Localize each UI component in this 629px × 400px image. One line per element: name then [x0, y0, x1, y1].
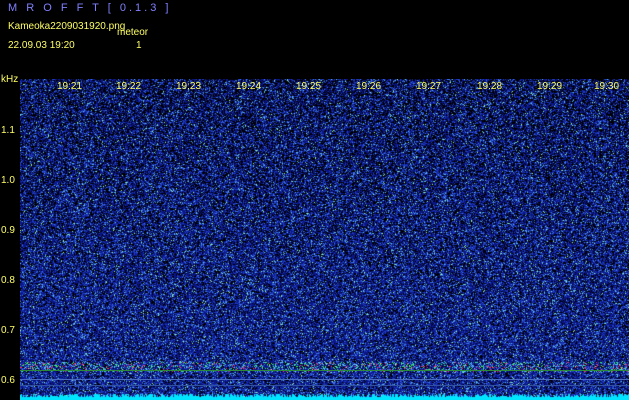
frequency-unit-label: kHz	[1, 74, 19, 85]
x-tick-label: 19:23	[176, 81, 202, 92]
file-name: Kameoka2209031920.png	[8, 21, 126, 32]
viewer-window: { "app": { "title": "M R O F F T [ 0.1.3…	[0, 0, 629, 400]
x-tick-label: 19:28	[477, 81, 503, 92]
y-tick-label: 0.7	[1, 325, 15, 336]
datetime-label: 22.09.03 19:20	[8, 40, 75, 51]
x-tick-label: 19:22	[116, 81, 142, 92]
reference-line	[20, 385, 629, 386]
spectrogram-panel	[20, 79, 629, 400]
x-tick-label: 19:30	[594, 81, 620, 92]
y-tick-label: 1.1	[1, 125, 15, 136]
reference-line	[20, 379, 629, 380]
app-title: M R O F F T [ 0.1.3 ]	[8, 2, 172, 14]
x-tick-label: 19:27	[416, 81, 442, 92]
y-tick-label: 0.9	[1, 225, 15, 236]
spectrogram-canvas	[20, 79, 629, 400]
x-tick-label: 19:26	[356, 81, 382, 92]
x-tick-label: 19:25	[296, 81, 322, 92]
carrier-line	[20, 370, 629, 371]
x-tick-label: 19:29	[537, 81, 563, 92]
y-tick-label: 0.8	[1, 275, 15, 286]
y-tick-label: 1.0	[1, 175, 15, 186]
x-tick-label: 19:21	[57, 81, 83, 92]
event-count: 1	[136, 40, 142, 51]
event-label: meteor	[117, 27, 149, 38]
y-tick-label: 0.6	[1, 375, 15, 386]
x-tick-label: 19:24	[236, 81, 262, 92]
